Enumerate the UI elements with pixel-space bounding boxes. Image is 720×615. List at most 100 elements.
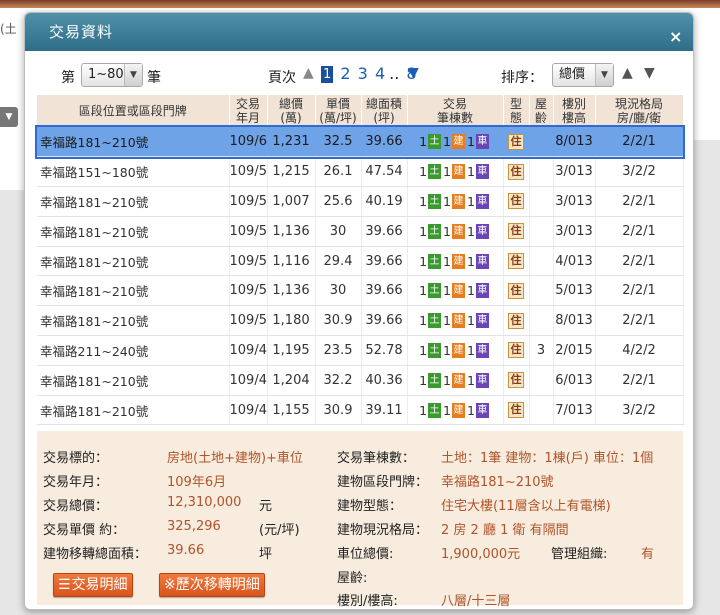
count-land: 1 — [419, 223, 428, 239]
transaction-detail-button[interactable]: ☰交易明細 — [53, 573, 133, 597]
header-col-unit-price[interactable]: 單價 (萬/坪) — [315, 95, 362, 127]
header-col-total-price[interactable]: 總價 (萬) — [267, 95, 316, 127]
count-land: 1 — [419, 372, 428, 388]
page-2-link[interactable]: 2 — [340, 64, 350, 83]
header-col-age[interactable]: 屋齡 — [529, 95, 554, 127]
table-row[interactable]: 幸福路181~210號 109/5 1,136 30 39.66 1 土 1 建 1 車住 3/013… — [37, 216, 684, 247]
count-car: 1 — [466, 342, 475, 358]
land-badge: 土 — [428, 134, 442, 150]
cell-unit-price: 30.9 — [315, 305, 362, 337]
count-bld: 1 — [443, 372, 451, 388]
detail-count-value: 土地：1筆 建物：1棟(戶) 車位：1個 — [441, 451, 654, 466]
residential-badge: 住 — [508, 372, 524, 389]
transfer-history-button-label: ※歷次移轉明細 — [164, 577, 260, 593]
cell-age — [529, 216, 554, 247]
sort-descending-icon[interactable]: ▼ — [644, 65, 655, 81]
page-4-link[interactable]: 4 — [375, 64, 385, 83]
cell-addr: 幸福路181~210號 — [37, 395, 230, 426]
cell-layout: 3/2/2 — [595, 395, 684, 426]
sort-select[interactable]: 總價 ▼ — [552, 63, 614, 87]
cell-type: 住 — [503, 365, 530, 396]
table-body: 幸福路181~210號 109/6 1,231 32.5 39.66 1 土 1 建 1 車住 8/0… — [35, 125, 685, 426]
count-car: 1 — [466, 372, 475, 388]
close-icon[interactable]: × — [669, 29, 683, 45]
range-select[interactable]: 1~80 ▼ — [81, 63, 143, 87]
cell-total-price: 1,007 — [267, 186, 316, 217]
parking-badge: 車 — [475, 372, 489, 388]
land-badge: 土 — [428, 372, 442, 388]
land-badge: 土 — [428, 283, 442, 299]
sort-ascending-icon[interactable]: ▲ — [622, 65, 633, 81]
header-col-count[interactable]: 交易 筆棟數 — [407, 95, 504, 127]
count-bld: 1 — [443, 164, 451, 180]
cell-type: 住 — [503, 186, 530, 217]
cell-addr: 幸福路181~210號 — [37, 246, 230, 277]
detail-unit-value: 325,296 — [167, 519, 221, 534]
detail-mgmt-label: 管理組織: — [551, 547, 608, 562]
table-row[interactable]: 幸福路181~210號 109/4 1,204 32.2 40.36 1 土 1 建 1 車住 6/0… — [37, 365, 684, 396]
cell-year-month: 109/6 — [229, 127, 268, 158]
cell-addr: 幸福路151~180號 — [37, 156, 230, 188]
cell-year-month: 109/5 — [229, 305, 268, 337]
header-col-type[interactable]: 型態 — [503, 95, 530, 127]
cell-type: 住 — [503, 127, 530, 158]
chevron-down-icon[interactable]: ▼ — [0, 107, 18, 127]
count-land: 1 — [419, 253, 428, 269]
count-car: 1 — [466, 164, 475, 180]
cell-addr: 幸福路181~210號 — [37, 127, 230, 158]
table-row[interactable]: 幸福路151~180號 109/5 1,215 26.1 47.54 1 土 1 建 1 車住 3/0… — [37, 156, 684, 188]
building-badge: 建 — [451, 134, 465, 150]
header-col-address[interactable]: 區段位置或區段門牌 — [37, 95, 230, 127]
cell-unit-price: 26.1 — [315, 156, 362, 188]
background-left-text: (土 — [0, 22, 17, 36]
header-col-year-month[interactable]: 交易 年月 — [229, 95, 268, 127]
cell-unit-price: 30 — [315, 216, 362, 247]
cell-total-price: 1,136 — [267, 275, 316, 307]
cell-total-price: 1,155 — [267, 395, 316, 426]
cell-unit-price: 29.4 — [315, 246, 362, 277]
table-row[interactable]: 幸福路181~210號 109/4 1,155 30.9 39.11 1 土 1 建 1 車住 7/0… — [37, 395, 684, 426]
page-3-link[interactable]: 3 — [358, 64, 368, 83]
building-badge: 建 — [451, 342, 465, 358]
detail-unit-label: 交易單價 約： — [43, 523, 126, 538]
background-topbar — [0, 0, 720, 8]
count-land: 1 — [419, 313, 428, 329]
table-row[interactable]: 幸福路181~210號 109/5 1,007 25.6 40.19 1 土 1 建 1 車住 3/0… — [37, 186, 684, 217]
range-prefix: 第 — [61, 70, 75, 86]
parking-badge: 車 — [475, 223, 489, 239]
background-strip — [0, 140, 24, 190]
cell-unit-price: 32.5 — [315, 127, 362, 158]
cell-year-month: 109/4 — [229, 335, 268, 366]
cell-counts: 1土1建1車 — [407, 186, 504, 217]
cell-floor: 3/013 — [553, 156, 596, 188]
cell-total-price: 1,136 — [267, 216, 316, 247]
detail-ym-label: 交易年月： — [43, 475, 109, 490]
detail-total-value: 12,310,000 — [167, 495, 242, 510]
residential-badge: 住 — [508, 253, 524, 270]
detail-type-value: 住宅大樓(11層含以上有電梯) — [441, 499, 611, 514]
cell-area: 52.78 — [361, 335, 408, 366]
cell-addr: 幸福路181~210號 — [37, 216, 230, 247]
cell-age: 3 — [529, 335, 554, 366]
transfer-history-button[interactable]: ※歷次移轉明細 — [159, 573, 265, 597]
cell-area: 40.19 — [361, 186, 408, 217]
table-row[interactable]: 幸福路211~240號 109/4 1,195 23.5 52.78 1 土 1 建 1 車住 3 2/… — [37, 335, 684, 366]
detail-unit-unit: (元/坪) — [259, 523, 300, 538]
building-badge: 建 — [451, 223, 465, 239]
page-1-link[interactable]: 1 — [321, 66, 334, 83]
table-row[interactable]: 幸福路181~210號 109/6 1,231 32.5 39.66 1 土 1 建 1 車住 8/0… — [35, 125, 685, 159]
cell-counts: 1土1建1車 — [407, 365, 504, 396]
header-col-floor[interactable]: 樓別 樓高 — [553, 95, 596, 127]
table-row[interactable]: 幸福路181~210號 109/5 1,116 29.4 39.66 1 土 1 建 1 車住 4/0… — [37, 246, 684, 277]
cell-counts: 1土1建1車 — [407, 335, 504, 366]
table-row[interactable]: 幸福路181~210號 109/5 1,180 30.9 39.66 1 土 1 建 1 車住 8/0… — [37, 305, 684, 337]
parking-badge: 車 — [475, 402, 489, 418]
page-prev-icon[interactable]: ▲ — [303, 65, 314, 81]
header-col-area[interactable]: 總面積 (坪) — [361, 95, 408, 127]
detail-total-unit: 元 — [259, 499, 273, 514]
cell-total-price: 1,231 — [267, 127, 316, 158]
table-row[interactable]: 幸福路181~210號 109/5 1,136 30 39.66 1 土 1 建 1 車住 5/013… — [37, 275, 684, 307]
header-col-layout[interactable]: 現況格局 房/廳/衛 — [595, 95, 684, 127]
page-next-icon[interactable]: ▼ — [408, 65, 419, 81]
cell-type: 住 — [503, 335, 530, 366]
